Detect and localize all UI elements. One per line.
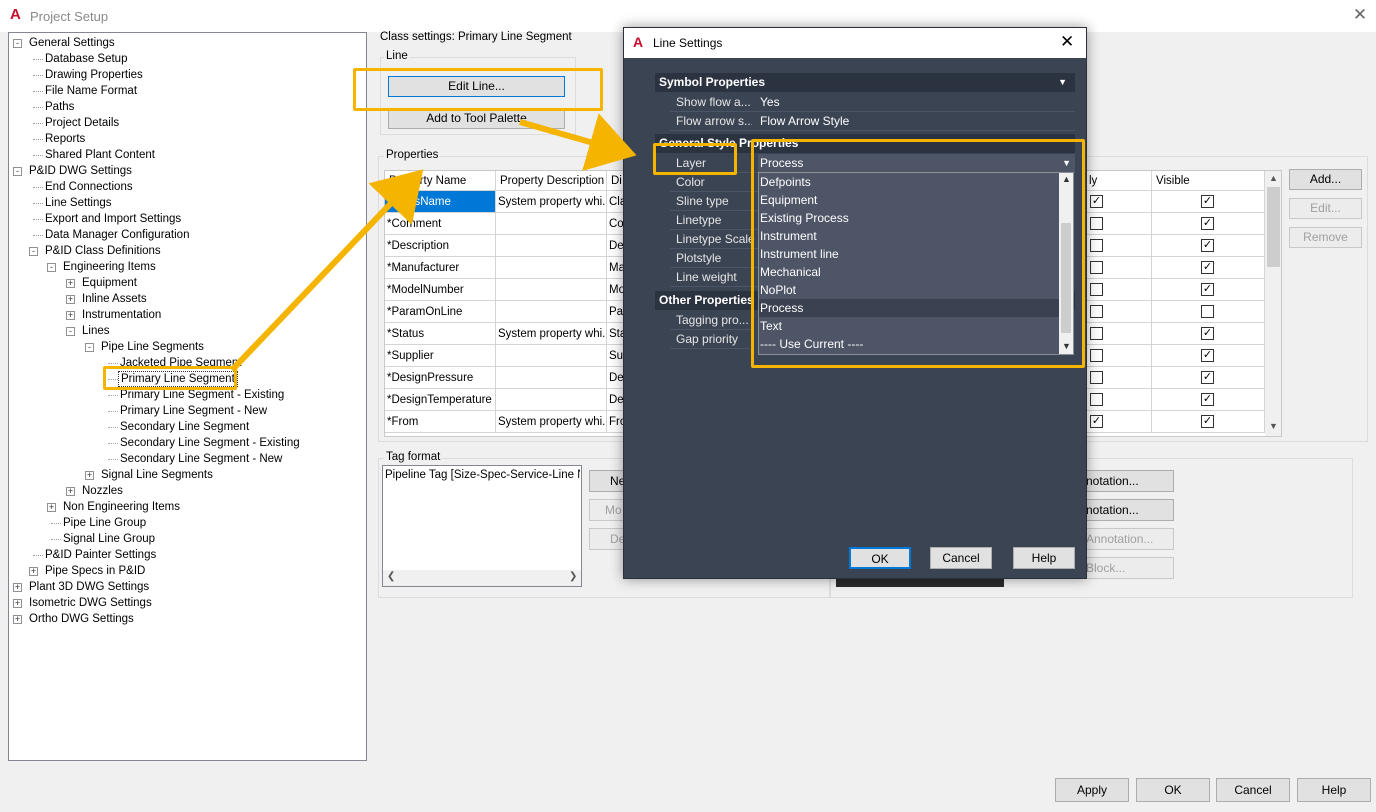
annotation-arrows bbox=[229, 113, 637, 373]
arrow-to-layer bbox=[519, 113, 637, 171]
arrow-to-edit-line bbox=[229, 169, 424, 373]
